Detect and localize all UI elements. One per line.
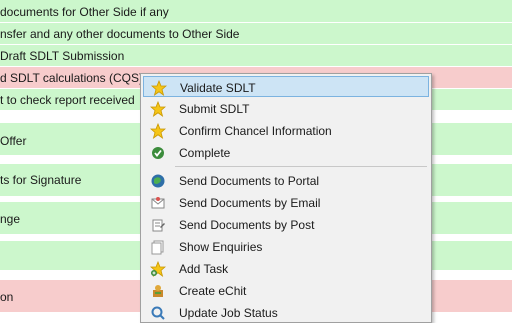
echit-icon [153,285,163,297]
task-row-label: ts for Signature [0,173,82,187]
context-menu: Validate SDLT Submit SDLT Confirm Chance… [140,73,432,323]
email-icon [151,197,165,209]
menu-item-label: Validate SDLT [180,81,256,95]
star-icon [150,101,166,117]
enquiries-icon [151,240,164,255]
add-task-icon [150,261,166,277]
menu-item-label: Create eChit [179,284,247,298]
task-row[interactable]: Draft SDLT Submission [0,45,512,67]
menu-item-label: Send Documents to Portal [179,174,320,188]
menu-item-send-email[interactable]: Send Documents by Email [143,192,429,213]
task-row-label: Offer [0,134,27,148]
menu-item-label: Send Documents by Post [179,218,315,232]
task-row[interactable]: documents for Other Side if any [0,0,512,23]
menu-item-submit-sdlt[interactable]: Submit SDLT [143,98,429,119]
post-icon [152,219,165,232]
menu-item-complete[interactable]: Complete [143,142,429,163]
globe-icon [151,174,165,188]
menu-item-validate-sdlt[interactable]: Validate SDLT [143,76,429,97]
check-circle-icon [152,147,164,159]
menu-separator [175,166,427,167]
task-row-label: documents for Other Side if any [0,5,169,19]
star-icon [151,80,167,96]
menu-item-label: Complete [179,146,231,160]
task-row-label: nsfer and any other documents to Other S… [0,27,240,41]
menu-item-label: Show Enquiries [179,240,263,254]
menu-item-label: Submit SDLT [179,102,250,116]
menu-item-label: Add Task [179,262,229,276]
menu-item-label: Update Job Status [179,306,278,320]
menu-item-label: Send Documents by Email [179,196,321,210]
menu-item-show-enquiries[interactable]: Show Enquiries [143,236,429,257]
task-row-label: t to check report received [0,93,135,107]
task-row-label: nge [0,212,21,226]
menu-item-confirm-chancel[interactable]: Confirm Chancel Information [143,120,429,141]
menu-item-add-task[interactable]: Add Task [143,258,429,279]
task-row-label: d SDLT calculations (CQS) [0,71,143,85]
menu-item-send-post[interactable]: Send Documents by Post [143,214,429,235]
task-row[interactable]: nsfer and any other documents to Other S… [0,23,512,45]
task-row-label: Draft SDLT Submission [0,49,125,63]
task-row-label: on [0,290,14,304]
star-icon [150,123,166,139]
menu-item-label: Confirm Chancel Information [179,124,332,138]
menu-item-create-echit[interactable]: Create eChit [143,280,429,301]
job-status-icon [151,306,165,320]
menu-item-send-portal[interactable]: Send Documents to Portal [143,170,429,191]
